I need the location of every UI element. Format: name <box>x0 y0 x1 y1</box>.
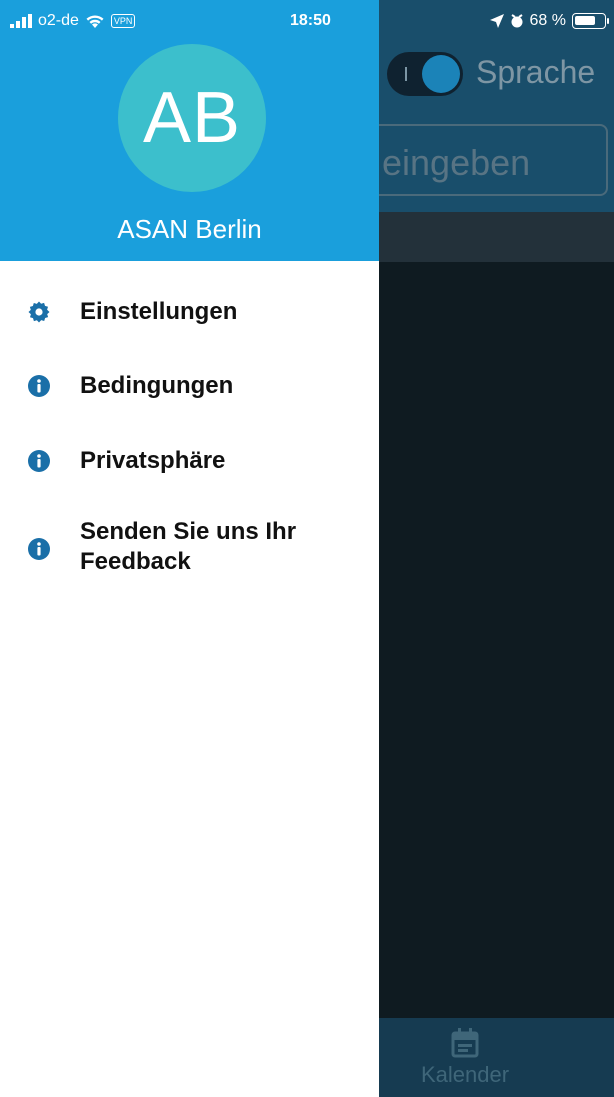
tab-kalender-label: Kalender <box>420 1062 510 1087</box>
menu-item-einstellungen[interactable]: Einstellungen <box>0 296 379 328</box>
wifi-icon <box>86 15 104 28</box>
menu-item-privatsphaere[interactable]: Privatsphäre <box>0 445 379 477</box>
navigation-drawer: AB ASAN Berlin Einstellungen Bedingungen… <box>0 0 379 1097</box>
search-placeholder: eingeben <box>382 142 531 183</box>
language-toggle[interactable] <box>387 52 463 96</box>
calendar-icon <box>451 1028 479 1058</box>
avatar[interactable]: AB <box>118 44 266 192</box>
menu-label-privatsphaere: Privatsphäre <box>80 447 226 474</box>
profile-name: ASAN Berlin <box>117 214 262 244</box>
menu-item-feedback[interactable]: Senden Sie uns Ihr Feedback <box>0 517 379 579</box>
status-right: 68 % <box>489 12 609 30</box>
alarm-icon <box>510 14 523 28</box>
info-icon <box>28 450 50 472</box>
location-arrow-icon <box>489 14 504 28</box>
info-icon <box>28 538 50 560</box>
battery-icon <box>572 13 609 29</box>
menu-item-bedingungen[interactable]: Bedingungen <box>0 370 379 402</box>
menu-label-bedingungen: Bedingungen <box>80 372 234 399</box>
toggle-tick <box>405 67 407 81</box>
signal-icon <box>10 14 32 28</box>
menu-label-feedback: Senden Sie uns Ihr Feedback <box>80 518 297 575</box>
status-bar: o2-de VPN 18:50 68 % <box>0 0 614 40</box>
battery-percent: 68 % <box>529 12 566 29</box>
gear-icon <box>28 301 50 323</box>
vpn-badge: VPN <box>110 14 136 28</box>
carrier-name: o2-de <box>38 12 79 29</box>
tab-kalender[interactable]: Kalender <box>400 1028 530 1094</box>
language-label: Sprache <box>476 54 596 90</box>
status-left: o2-de VPN <box>10 12 136 30</box>
toggle-knob <box>422 55 460 93</box>
menu-label-einstellungen: Einstellungen <box>80 298 238 325</box>
status-time: 18:50 <box>290 12 331 29</box>
info-icon <box>28 375 50 397</box>
avatar-initials: AB <box>142 78 242 158</box>
search-input[interactable]: eingeben <box>340 124 608 196</box>
